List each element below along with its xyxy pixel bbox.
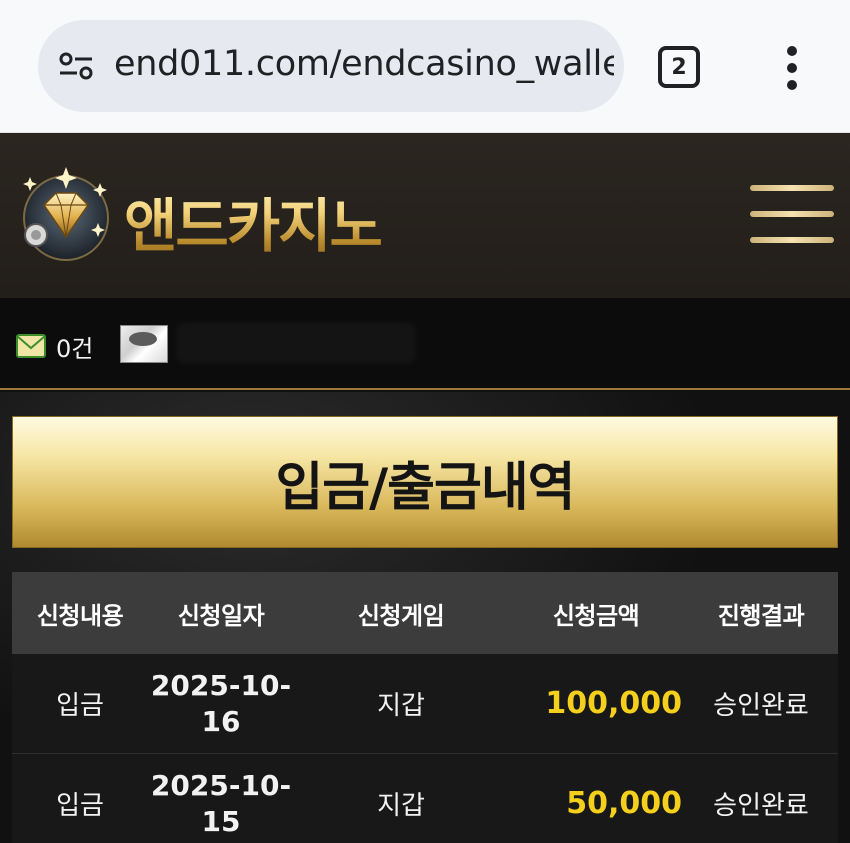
- cell-status: 승인완료: [713, 791, 809, 821]
- hamburger-menu-icon[interactable]: [750, 185, 834, 243]
- cell-status: 승인완료: [713, 691, 809, 721]
- site-logo-text[interactable]: 앤드카지노: [124, 179, 383, 263]
- mail-icon[interactable]: [16, 334, 46, 358]
- url-text[interactable]: end011.com/endcasino_walle: [114, 44, 614, 84]
- browser-menu-icon[interactable]: [780, 44, 804, 92]
- header-request-date: 신청일자: [177, 601, 265, 630]
- mail-count[interactable]: 0건: [56, 329, 93, 364]
- avatar: [120, 325, 168, 363]
- header-result: 진행결과: [717, 601, 805, 630]
- site-settings-icon[interactable]: [58, 50, 94, 82]
- cell-amount: 100,000: [545, 686, 682, 721]
- diamond-logo-icon[interactable]: [16, 163, 116, 263]
- header-request-amount: 신청금액: [552, 601, 640, 630]
- table-row: 입금 2025-10- 15 지갑 50,000 승인완료: [12, 754, 838, 843]
- header-request-type: 신청내용: [36, 601, 124, 630]
- tab-switcher-button[interactable]: 2: [658, 46, 700, 88]
- cell-date: 2025-10- 16: [150, 668, 292, 738]
- site-header: 앤드카지노: [0, 133, 850, 298]
- cell-game: 지갑: [377, 791, 425, 821]
- cell-type: 입금: [56, 691, 104, 721]
- cell-type: 입금: [56, 791, 104, 821]
- transaction-table: 신청내용 신청일자 신청게임 신청금액 진행결과 입금 2025-10- 16 …: [12, 572, 838, 843]
- page-title-banner: 입금/출금내역: [12, 416, 838, 548]
- browser-toolbar: end011.com/endcasino_walle 2: [0, 0, 850, 133]
- header-request-game: 신청게임: [357, 601, 445, 630]
- address-bar[interactable]: end011.com/endcasino_walle: [38, 20, 624, 112]
- cell-date: 2025-10- 15: [150, 768, 292, 838]
- table-row: 입금 2025-10- 16 지갑 100,000 승인완료: [12, 654, 838, 754]
- redacted-nickname: [176, 322, 416, 364]
- cell-game: 지갑: [377, 691, 425, 721]
- table-header: 신청내용 신청일자 신청게임 신청금액 진행결과: [12, 572, 838, 654]
- page-title: 입금/출금내역: [275, 457, 575, 518]
- cell-amount: 50,000: [566, 786, 682, 821]
